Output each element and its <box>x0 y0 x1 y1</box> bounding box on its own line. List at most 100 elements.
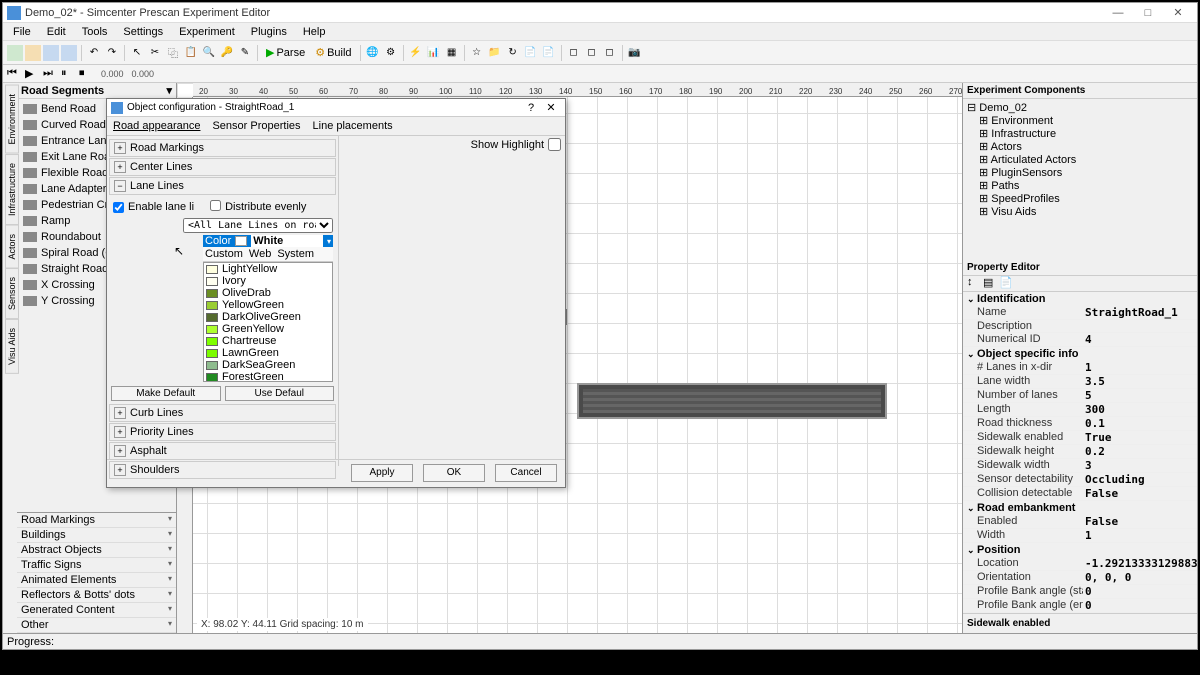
chart-icon[interactable]: 📊 <box>426 45 442 61</box>
prop-row[interactable]: Collision detectableFalse <box>963 487 1197 501</box>
prop-row[interactable]: Sidewalk height0.2 <box>963 445 1197 459</box>
prop-section[interactable]: Position <box>963 543 1197 557</box>
prop-row[interactable]: Lane width3.5 <box>963 375 1197 389</box>
tree-item[interactable]: ⊞ Environment <box>967 114 1193 127</box>
prop-row[interactable]: NameStraightRoad_1 <box>963 306 1197 320</box>
color-picker-list[interactable]: LightYellowIvoryOliveDrabYellowGreenDark… <box>203 262 333 382</box>
tree-item[interactable]: ⊞ Visu Aids <box>967 205 1193 218</box>
prop-row[interactable]: Length300 <box>963 403 1197 417</box>
distribute-evenly-checkbox[interactable] <box>210 200 221 211</box>
pointer-icon[interactable]: ↖ <box>129 45 145 61</box>
saveas-icon[interactable] <box>61 45 77 61</box>
box2-icon[interactable]: ◻ <box>584 45 600 61</box>
menu-tools[interactable]: Tools <box>74 26 116 38</box>
color-option[interactable]: DarkSeaGreen <box>204 359 332 371</box>
maximize-button[interactable]: □ <box>1133 4 1163 22</box>
make-default-button[interactable]: Make Default <box>111 386 221 401</box>
cancel-button[interactable]: Cancel <box>495 464 557 482</box>
category-item[interactable]: Traffic Signs <box>17 558 176 573</box>
road-object-main[interactable] <box>577 383 887 419</box>
vtab-sensors[interactable]: Sensors <box>5 268 19 319</box>
prop-sort-icon[interactable]: ↕ <box>967 276 979 288</box>
redo-icon[interactable]: ↷ <box>104 45 120 61</box>
save-icon[interactable] <box>43 45 59 61</box>
tree-item[interactable]: ⊞ Infrastructure <box>967 127 1193 140</box>
doc2-icon[interactable]: 📄 <box>541 45 557 61</box>
prop-row[interactable]: # Lanes in x-dir1 <box>963 361 1197 375</box>
color-tab-web[interactable]: Web <box>249 248 271 260</box>
accordion-lane-lines[interactable]: Lane Lines <box>109 177 336 195</box>
prop-section[interactable]: Object specific info <box>963 347 1197 361</box>
prop-row[interactable]: Orientation0, 0, 0 <box>963 571 1197 585</box>
color-option[interactable]: ForestGreen <box>204 371 332 382</box>
new-icon[interactable] <box>7 45 23 61</box>
prop-row[interactable]: Description <box>963 320 1197 333</box>
cam-icon[interactable]: 📷 <box>627 45 643 61</box>
color-option[interactable]: YellowGreen <box>204 299 332 311</box>
prop-doc-icon[interactable]: 📄 <box>999 276 1011 288</box>
tab-road-appearance[interactable]: Road appearance <box>111 119 202 133</box>
use-default-button[interactable]: Use Defaul <box>225 386 335 401</box>
prop-cat-icon[interactable]: ▤ <box>983 276 995 288</box>
play-icon[interactable]: ▶ <box>25 67 39 81</box>
menu-experiment[interactable]: Experiment <box>171 26 243 38</box>
parse-button[interactable]: ▶Parse <box>262 44 309 62</box>
lane-lines-combo[interactable]: <All Lane Lines on road segment> <box>183 218 333 233</box>
find-icon[interactable]: 🔍 <box>201 45 217 61</box>
vtab-visuaids[interactable]: Visu Aids <box>5 319 19 374</box>
paste-icon[interactable]: 📋 <box>183 45 199 61</box>
show-highlight-checkbox[interactable] <box>548 138 561 151</box>
property-grid[interactable]: IdentificationNameStraightRoad_1Descript… <box>963 292 1197 613</box>
color-option[interactable]: DarkOliveGreen <box>204 311 332 323</box>
globe-icon[interactable]: 🌐 <box>365 45 381 61</box>
prop-row[interactable]: Sensor detectabilityOccluding <box>963 473 1197 487</box>
prop-row[interactable]: Profile Bank angle (end)0 <box>963 599 1197 613</box>
color-option[interactable]: LawnGreen <box>204 347 332 359</box>
minimize-button[interactable]: — <box>1103 4 1133 22</box>
vtab-actors[interactable]: Actors <box>5 225 19 269</box>
menu-edit[interactable]: Edit <box>39 26 74 38</box>
close-button[interactable]: ✕ <box>1163 4 1193 22</box>
reload-icon[interactable]: ↻ <box>505 45 521 61</box>
open-icon[interactable] <box>25 45 41 61</box>
menu-settings[interactable]: Settings <box>115 26 171 38</box>
accordion-asphalt[interactable]: Asphalt <box>109 442 336 460</box>
accordion-road-markings[interactable]: Road Markings <box>109 139 336 157</box>
ok-button[interactable]: OK <box>423 464 485 482</box>
category-item[interactable]: Reflectors & Botts' dots <box>17 588 176 603</box>
tree-item[interactable]: ⊞ SpeedProfiles <box>967 192 1193 205</box>
category-item[interactable]: Abstract Objects <box>17 543 176 558</box>
vtab-environment[interactable]: Environment <box>5 85 19 154</box>
build-button[interactable]: ⚙Build <box>311 44 355 62</box>
menu-file[interactable]: File <box>5 26 39 38</box>
tree-item[interactable]: ⊞ Paths <box>967 179 1193 192</box>
menu-help[interactable]: Help <box>295 26 334 38</box>
fwd-icon[interactable]: ⏭ <box>43 67 57 81</box>
color-tab-custom[interactable]: Custom <box>205 248 243 260</box>
box3-icon[interactable]: ◻ <box>602 45 618 61</box>
category-item[interactable]: Buildings <box>17 528 176 543</box>
wand-icon[interactable]: ✎ <box>237 45 253 61</box>
tree-item[interactable]: ⊞ Articulated Actors <box>967 153 1193 166</box>
prop-row[interactable]: EnabledFalse <box>963 515 1197 529</box>
color-tab-system[interactable]: System <box>277 248 314 260</box>
box1-icon[interactable]: ◻ <box>566 45 582 61</box>
folder-icon[interactable]: 📁 <box>487 45 503 61</box>
category-item[interactable]: Other <box>17 618 176 633</box>
color-option[interactable]: GreenYellow <box>204 323 332 335</box>
enable-lane-checkbox[interactable] <box>113 202 124 213</box>
category-item[interactable]: Generated Content <box>17 603 176 618</box>
prop-row[interactable]: Numerical ID4 <box>963 333 1197 347</box>
doc1-icon[interactable]: 📄 <box>523 45 539 61</box>
dialog-close-button[interactable]: ✕ <box>541 101 561 114</box>
dialog-help-button[interactable]: ? <box>521 102 541 114</box>
tab-line-placements[interactable]: Line placements <box>311 119 395 133</box>
tab-sensor-properties[interactable]: Sensor Properties <box>210 119 302 133</box>
prop-section[interactable]: Road embankment <box>963 501 1197 515</box>
vtab-infrastructure[interactable]: Infrastructure <box>5 154 19 225</box>
tree-item[interactable]: ⊞ PluginSensors <box>967 166 1193 179</box>
stop-icon[interactable]: ⏹ <box>79 67 93 81</box>
prop-row[interactable]: Width1 <box>963 529 1197 543</box>
color-option[interactable]: Chartreuse <box>204 335 332 347</box>
window-icon[interactable]: ▦ <box>444 45 460 61</box>
